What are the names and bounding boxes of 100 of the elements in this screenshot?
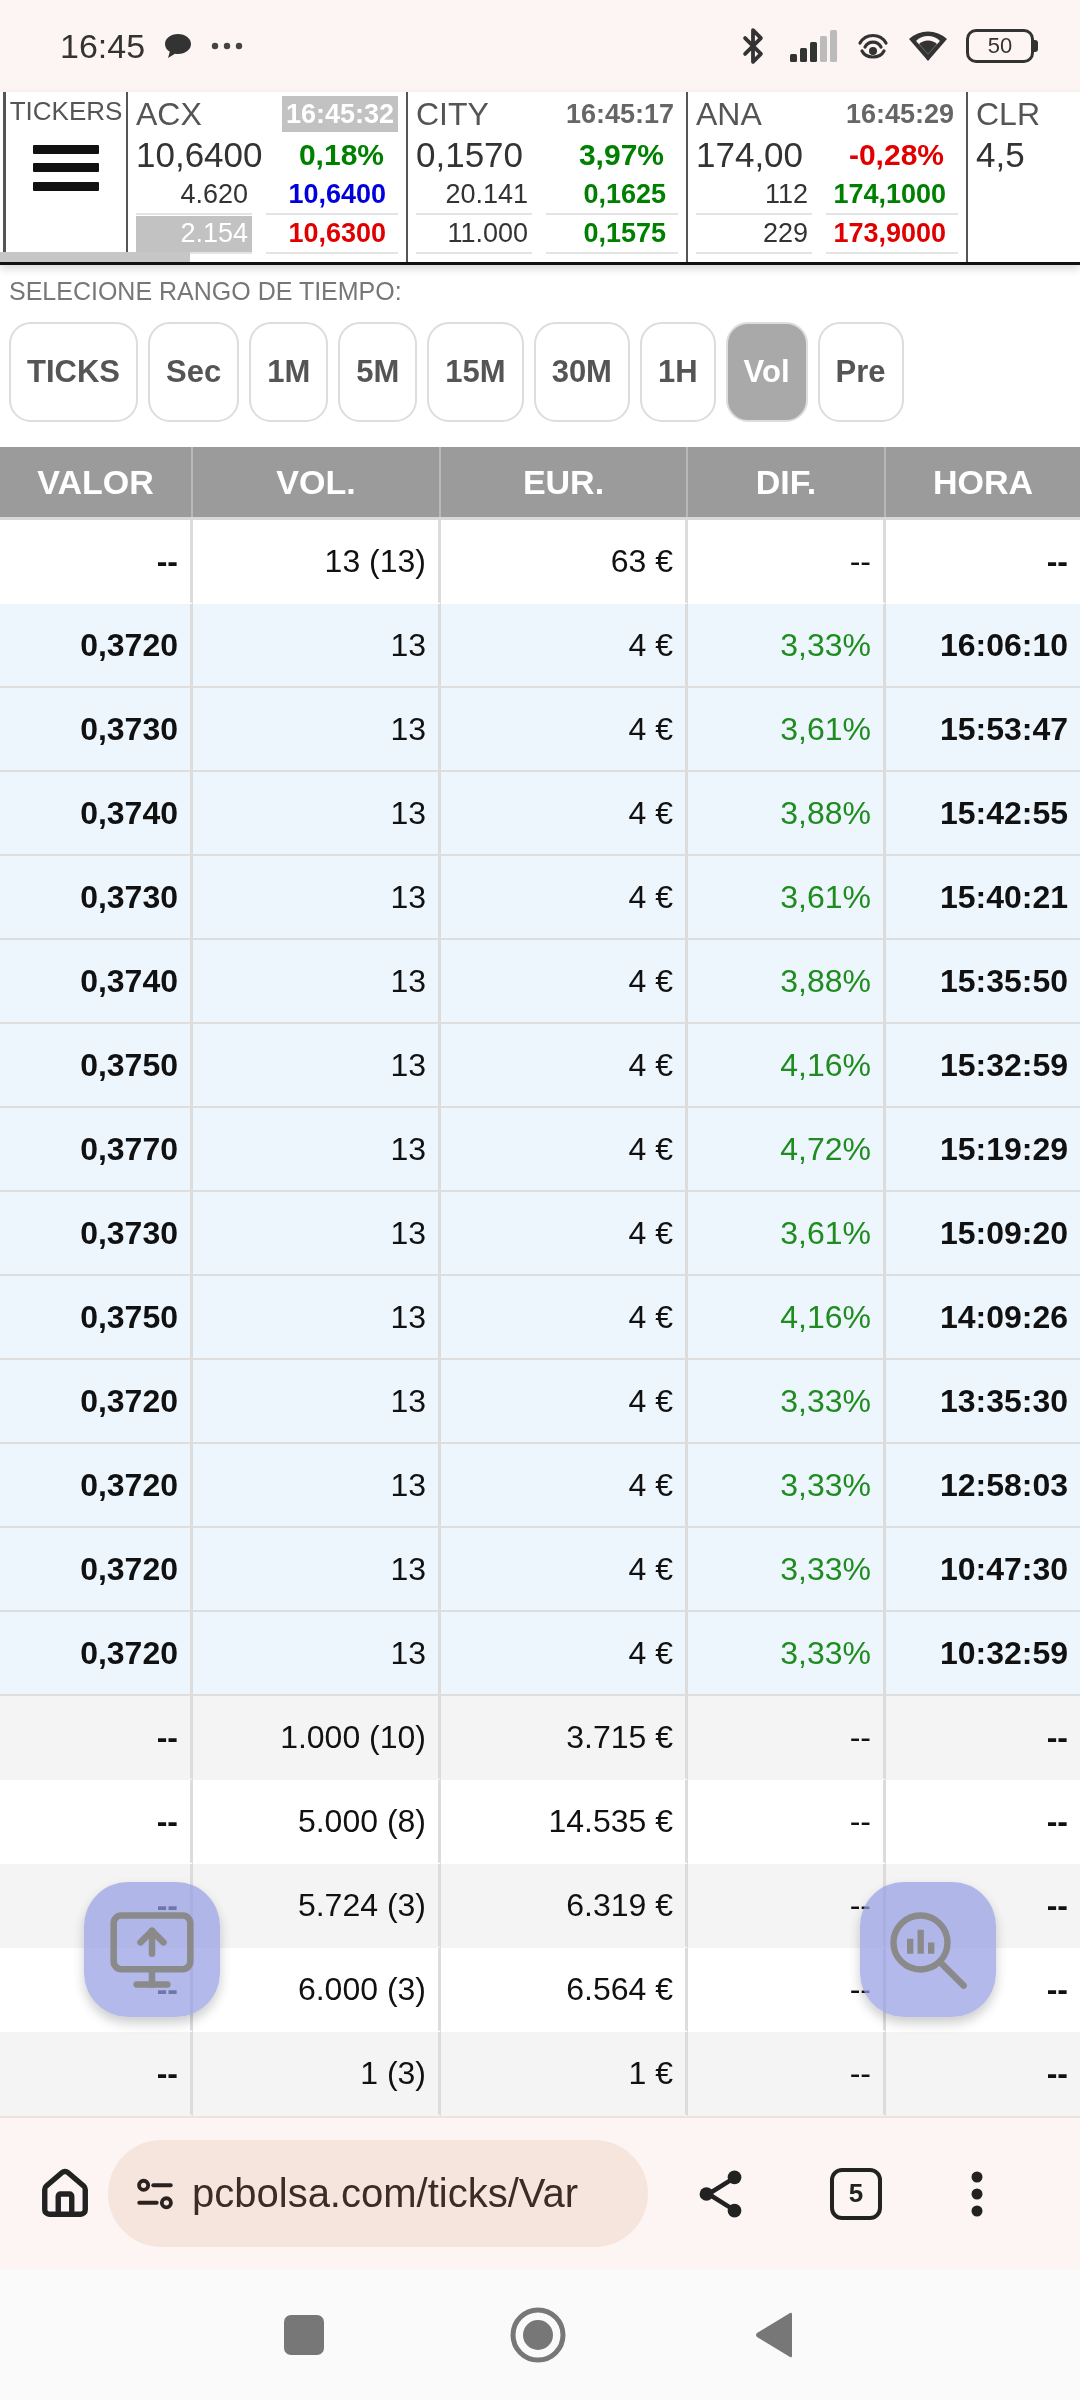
volume-cell: 13 [193,1528,441,1612]
price-cell: 0,3720 [0,1444,193,1528]
quote-price: 173,9000 [826,216,958,254]
price-cell: 0,3730 [0,688,193,772]
time-cell: 15:42:55 [886,772,1080,856]
amount-cell: 4 € [441,1276,688,1360]
last-price: 174,00 [696,135,804,175]
price-cell: -- [0,1696,193,1780]
ticker-card[interactable]: ANA 16:45:29 174,00 -0,28% 112 174,1000 229 173,9000 [688,92,968,262]
volume-cell: 13 [193,1108,441,1192]
section-label: SELECIONE RANGO DE TIEMPO: [9,277,402,306]
change-cell: 3,88% [688,772,886,856]
range-tab[interactable]: Sec [148,322,240,422]
range-tab[interactable]: 30M [533,322,630,422]
change-cell: -- [688,2032,886,2116]
price-cell: 0,3720 [0,604,193,688]
volume-cell: 13 [193,604,441,688]
ticker-symbol: CITY [416,95,489,133]
home-circle-icon[interactable] [510,2306,566,2363]
price-cell: -- [0,2032,193,2116]
address-bar[interactable]: pcbolsa.com/ticks/Var [108,2140,648,2247]
price-change: 0,18% [298,138,384,172]
quote-volume: 20.141 [416,177,532,215]
quote-price: 0,1575 [546,216,678,254]
price-cell: 0,3770 [0,1108,193,1192]
amount-cell: 4 € [441,856,688,940]
change-cell: 3,33% [688,1528,886,1612]
time-cell: 10:32:59 [886,1612,1080,1696]
ticker-symbol: ANA [696,95,762,133]
more-dots-icon [211,42,244,50]
change-cell: 4,72% [688,1108,886,1192]
volume-cell: 13 [193,856,441,940]
amount-cell: 1 € [441,2032,688,2116]
column-header: VOL. [193,447,441,517]
volume-cell: 5.724 (3) [193,1864,441,1948]
update-time: 16:45:17 [564,98,675,131]
amount-cell: 4 € [441,940,688,1024]
time-cell: 14:09:26 [886,1276,1080,1360]
last-price: 10,6400 [136,135,263,175]
change-cell: 3,61% [688,1192,886,1276]
back-triangle-icon[interactable] [754,2311,794,2358]
volume-cell: 13 [193,1192,441,1276]
range-tab[interactable]: TICKS [9,322,138,422]
change-cell: -- [688,1696,886,1780]
amount-cell: 4 € [441,1192,688,1276]
price-cell: 0,3750 [0,1276,193,1360]
tab-switcher-button[interactable]: 5 [830,2167,882,2220]
last-price: 0,1570 [416,135,524,175]
time-cell: 15:35:50 [886,940,1080,1024]
ticker-card[interactable]: CITY 16:45:17 0,1570 3,97% 20.141 0,1625 11.000 0,1575 [408,92,688,262]
quote-price: 174,1000 [826,177,958,215]
range-tab[interactable]: 1M [249,322,329,422]
volume-cell: 1.000 (10) [193,1696,441,1780]
amount-cell: 4 € [441,1360,688,1444]
quote-price: 0,1625 [546,177,678,215]
change-cell: 3,33% [688,1444,886,1528]
amount-cell: 4 € [441,772,688,856]
amount-cell: 4 € [441,604,688,688]
screen-upload-button[interactable] [84,1882,220,2017]
change-cell: 3,33% [688,1612,886,1696]
range-tab[interactable]: 5M [338,322,418,422]
change-cell: 4,16% [688,1276,886,1360]
update-time: 16:45:29 [844,98,955,131]
price-cell: 0,3730 [0,856,193,940]
time-cell: 10:47:30 [886,1528,1080,1612]
range-tab[interactable]: 1H [639,322,716,422]
recents-square-icon[interactable] [284,2314,324,2355]
column-header: DIF. [688,447,886,517]
quote-price: 10,6300 [266,216,398,254]
range-tab[interactable]: Pre [817,322,904,422]
price-change: -0,28% [848,138,944,172]
volume-cell: 13 [193,1444,441,1528]
time-cell: 15:09:20 [886,1192,1080,1276]
ticker-card[interactable]: CLR 4,5 [968,92,1080,262]
chat-bubble-icon [163,32,194,60]
volume-cell: 13 [193,772,441,856]
volume-cell: 13 [193,1612,441,1696]
volume-cell: 13 [193,688,441,772]
update-time: 16:45:32 [281,96,398,132]
ticker-card[interactable]: ACX 16:45:32 10,6400 0,18% 4.620 10,6400 2.154 10,6300 [128,92,408,262]
wifi-icon [908,30,948,62]
price-cell: 0,3720 [0,1612,193,1696]
quote-volume: 112 [696,177,812,215]
amount-cell: 4 € [441,688,688,772]
price-cell: 0,3750 [0,1024,193,1108]
volume-cell: 1 (3) [193,2032,441,2116]
menu-icon [33,145,99,191]
time-cell: 15:32:59 [886,1024,1080,1108]
time-cell: 12:58:03 [886,1444,1080,1528]
time-cell: 15:40:21 [886,856,1080,940]
time-cell: -- [886,1696,1080,1780]
more-options-button[interactable] [970,2170,984,2217]
volume-cell: 13 [193,940,441,1024]
change-cell: 3,61% [688,856,886,940]
range-tab[interactable]: 15M [427,322,524,422]
last-price: 4,5 [976,135,1025,175]
time-cell: 16:06:10 [886,604,1080,688]
ticker-symbol: CLR [976,95,1040,133]
quote-price: 10,6400 [266,177,398,215]
ticker-symbol: ACX [136,95,202,133]
